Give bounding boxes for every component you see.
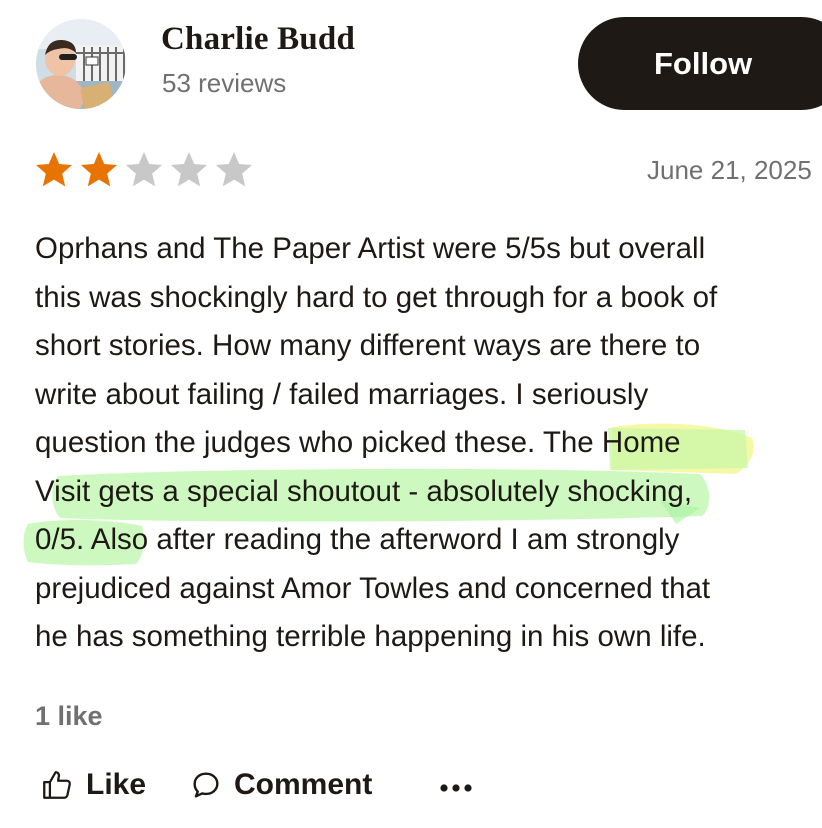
star-filled-icon [36, 152, 72, 187]
star-rating [32, 148, 256, 192]
reviews-count[interactable]: 53 reviews [162, 68, 286, 99]
star-empty-icon [126, 152, 162, 187]
review-line: short stories. How many different ways a… [35, 329, 701, 362]
review-date: June 21, 2025 [647, 155, 812, 185]
comment-button[interactable]: Comment [190, 768, 372, 802]
like-button[interactable]: Like [40, 768, 146, 802]
review-line: this was shockingly hard to get through … [35, 280, 718, 314]
review-line: Visit gets a special shoutout - absolute… [35, 474, 693, 508]
review-line: Oprhans and The Paper Artist were 5/5s b… [35, 232, 706, 265]
avatar[interactable] [36, 19, 126, 109]
star-filled-icon [81, 152, 117, 187]
thumbs-up-icon [43, 771, 71, 799]
more-options-button[interactable] [438, 772, 474, 804]
follow-button[interactable]: Follow [578, 17, 822, 110]
review-line: write about failing / failed marriages. … [35, 377, 649, 411]
star-empty-icon [216, 152, 252, 187]
reviewer-name[interactable]: Charlie Budd [161, 21, 355, 58]
review-text: Oprhans and The Paper Artist were 5/5s b… [35, 225, 822, 662]
comment-label: Comment [234, 768, 373, 801]
review-line: he has something terrible happening in h… [35, 620, 706, 653]
star-empty-icon [171, 152, 207, 187]
review-line: 0/5. Also after reading the afterword I … [35, 523, 680, 556]
likes-count[interactable]: 1 like [35, 701, 103, 732]
review-line: prejudiced against Amor Towles and conce… [35, 571, 711, 605]
like-label: Like [86, 768, 147, 801]
more-dots-icon [440, 784, 472, 792]
speech-bubble-icon [193, 772, 219, 798]
avatar-photo [36, 19, 126, 109]
review-line: question the judges who picked these. Th… [35, 426, 681, 459]
